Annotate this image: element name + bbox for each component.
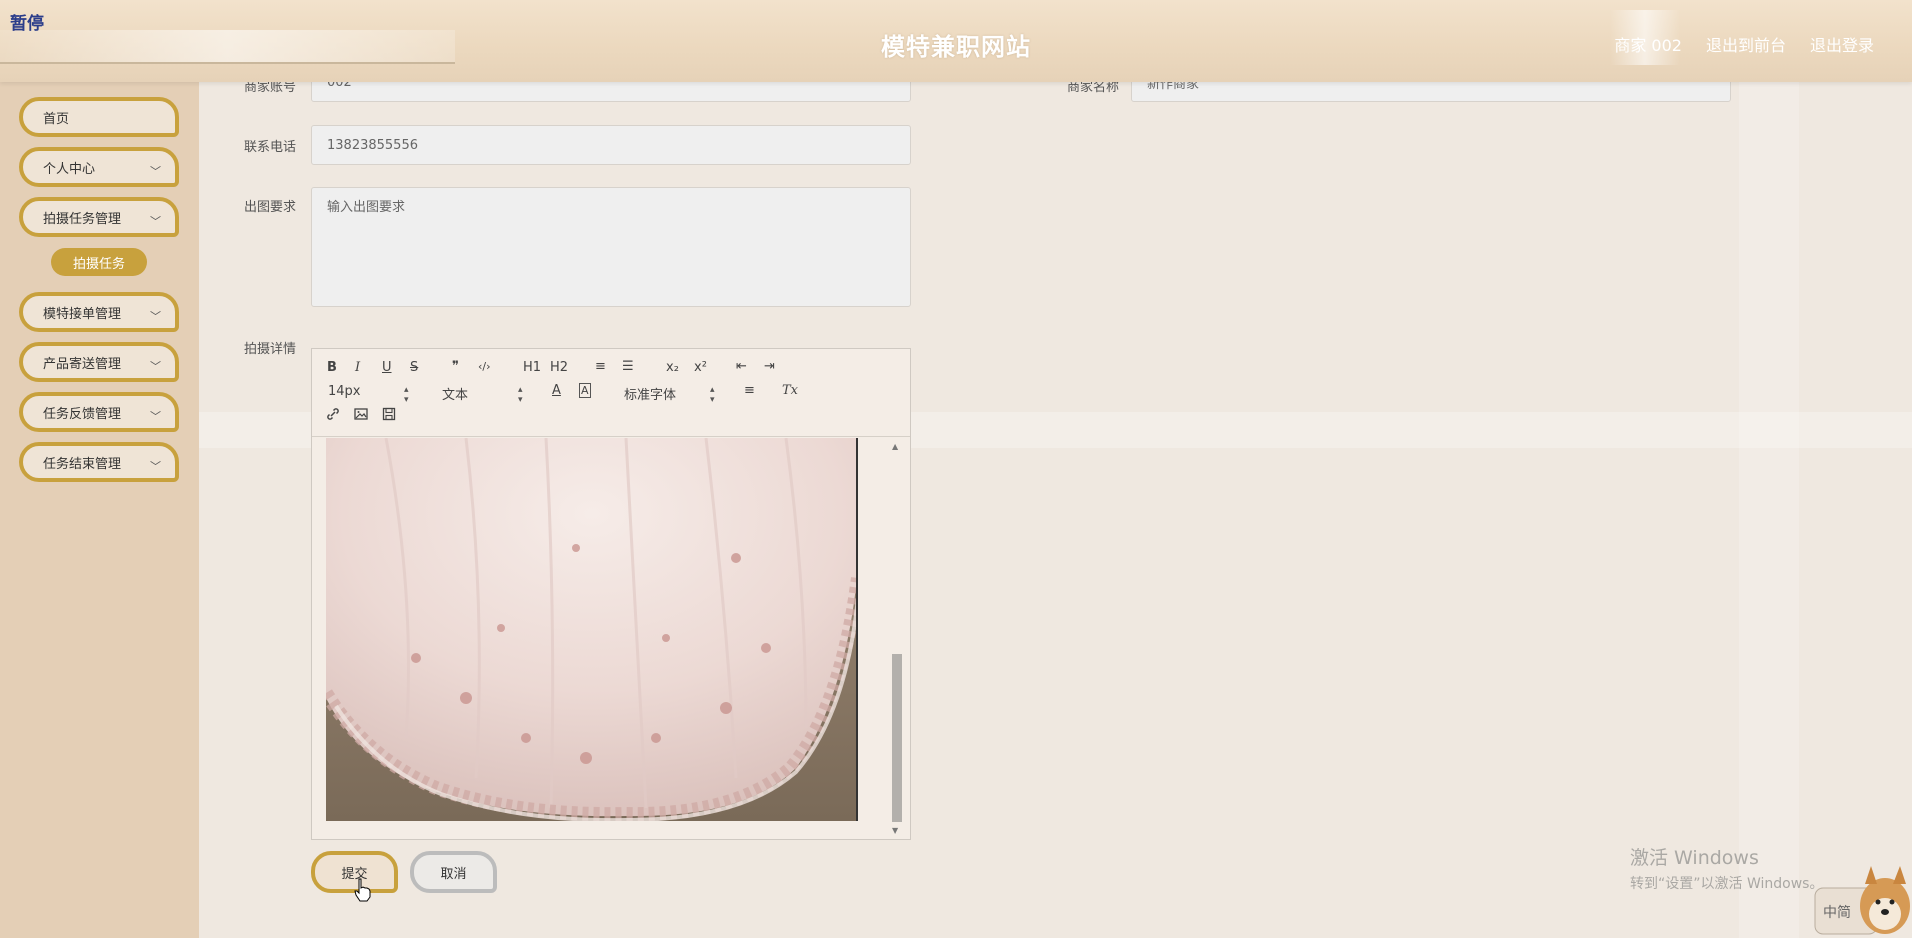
- ime-label: 中简: [1823, 905, 1851, 921]
- select-arrows-icon: ▴ ▾: [518, 385, 523, 405]
- rich-text-editor: B I U S ❞ ‹/› H1 H2 ≡ ☰ x₂ x² ⇤ ⇥ 14px ▴…: [311, 348, 911, 840]
- sidebar-item-shoot-tasks[interactable]: 拍摄任务管理 ﹀: [19, 197, 179, 237]
- sidebar-item-product-shipping[interactable]: 产品寄送管理 ﹀: [19, 342, 179, 382]
- sidebar-item-task-end[interactable]: 任务结束管理 ﹀: [19, 442, 179, 482]
- chevron-down-icon: ﹀: [150, 360, 161, 373]
- sidebar-item-label: 产品寄送管理: [43, 356, 122, 372]
- clear-format-button[interactable]: Tx: [782, 383, 798, 398]
- format-value: 文本: [442, 388, 469, 403]
- phone-label: 联系电话: [243, 140, 296, 155]
- font-size-value: 14px: [328, 384, 361, 399]
- windows-activation-watermark: 激活 Windows 转到“设置”以激活 Windows。: [1630, 843, 1823, 893]
- bg-color-button[interactable]: A: [579, 383, 591, 398]
- requirement-textarea[interactable]: 输入出图要求: [311, 187, 911, 307]
- chevron-down-icon: ﹀: [150, 165, 161, 178]
- image-icon[interactable]: [354, 407, 368, 425]
- align-button[interactable]: ≡: [744, 383, 755, 398]
- ordered-list-button[interactable]: ≡: [595, 359, 606, 374]
- bullet-list-button[interactable]: ☰: [622, 359, 634, 374]
- sidebar-item-label: 任务反馈管理: [43, 406, 122, 422]
- top-header: 暂停 模特兼职网站 商家 002 退出到前台 退出登录: [0, 0, 1912, 82]
- font-family-select[interactable]: 标准字体 ▴ ▾: [624, 384, 720, 405]
- superscript-button[interactable]: x²: [694, 360, 707, 375]
- underline-button[interactable]: U: [382, 360, 392, 375]
- h1-button[interactable]: H1: [523, 360, 541, 375]
- sidebar-item-model-orders[interactable]: 模特接单管理 ﹀: [19, 292, 179, 332]
- sidebar-item-label: 首页: [43, 111, 70, 127]
- sidebar-item-label: 任务结束管理: [43, 456, 122, 472]
- sidebar: 首页 个人中心 ﹀ 拍摄任务管理 ﹀ 拍摄任务 模特接单管理 ﹀ 产品寄送管理 …: [0, 82, 199, 938]
- bold-button[interactable]: B: [327, 360, 337, 375]
- scroll-up-icon[interactable]: ▲: [892, 442, 898, 451]
- strike-button[interactable]: S: [410, 360, 418, 375]
- hand-cursor-icon: [354, 878, 372, 906]
- link-icon[interactable]: [326, 407, 340, 425]
- screen-glare-vertical: [1739, 82, 1799, 938]
- back-to-frontend-link[interactable]: 退出到前台: [1706, 32, 1786, 56]
- h2-button[interactable]: H2: [550, 360, 568, 375]
- video-icon[interactable]: [382, 407, 396, 425]
- sidebar-item-label: 个人中心: [43, 161, 96, 177]
- select-arrows-icon: ▴ ▾: [710, 385, 715, 405]
- watermark-line2: 转到“设置”以激活 Windows。: [1630, 876, 1824, 892]
- chevron-down-icon: ﹀: [150, 310, 161, 323]
- scroll-down-icon[interactable]: ▼: [892, 826, 898, 835]
- scrollbar-thumb[interactable]: [892, 654, 902, 822]
- details-label: 拍摄详情: [243, 342, 296, 357]
- italic-button[interactable]: I: [355, 360, 360, 375]
- ime-widget[interactable]: 中简: [1813, 858, 1912, 938]
- submenu-item-shoot-task[interactable]: 拍摄任务: [51, 248, 147, 276]
- indent-button[interactable]: ⇥: [764, 359, 775, 374]
- quote-button[interactable]: ❞: [452, 359, 459, 374]
- main-content: 商家账号 002 商家名称 新作商家 联系电话 13823855556 出图要求…: [199, 62, 1912, 938]
- subscript-button[interactable]: x₂: [666, 360, 679, 375]
- sidebar-item-profile[interactable]: 个人中心 ﹀: [19, 147, 179, 187]
- editor-toolbar: B I U S ❞ ‹/› H1 H2 ≡ ☰ x₂ x² ⇤ ⇥ 14px ▴…: [312, 349, 910, 437]
- text-color-button[interactable]: A: [552, 383, 561, 398]
- phone-field[interactable]: 13823855556: [311, 125, 911, 165]
- dress-photo: [326, 438, 858, 821]
- editor-body[interactable]: ▲ ▼: [312, 438, 910, 839]
- font-family-value: 标准字体: [624, 388, 677, 403]
- outdent-button[interactable]: ⇤: [736, 359, 747, 374]
- sidebar-item-label: 拍摄任务管理: [43, 211, 122, 227]
- format-select[interactable]: 文本 ▴ ▾: [442, 384, 526, 405]
- font-size-select[interactable]: 14px ▴ ▾: [328, 384, 412, 405]
- chevron-down-icon: ﹀: [150, 410, 161, 423]
- sidebar-item-task-feedback[interactable]: 任务反馈管理 ﹀: [19, 392, 179, 432]
- sidebar-item-label: 模特接单管理: [43, 306, 122, 322]
- watermark-line1: 激活 Windows: [1630, 847, 1759, 869]
- select-arrows-icon: ▴ ▾: [404, 385, 409, 405]
- requirement-label: 出图要求: [243, 200, 296, 215]
- logout-link[interactable]: 退出登录: [1810, 32, 1874, 56]
- code-button[interactable]: ‹/›: [478, 360, 491, 373]
- sidebar-item-home[interactable]: 首页: [19, 97, 179, 137]
- current-user-link[interactable]: 商家 002: [1614, 32, 1682, 56]
- chevron-down-icon: ﹀: [150, 215, 161, 228]
- cancel-button[interactable]: 取消: [410, 851, 497, 893]
- chevron-down-icon: ﹀: [150, 460, 161, 473]
- header-links: 商家 002 退出到前台 退出登录: [1614, 32, 1874, 56]
